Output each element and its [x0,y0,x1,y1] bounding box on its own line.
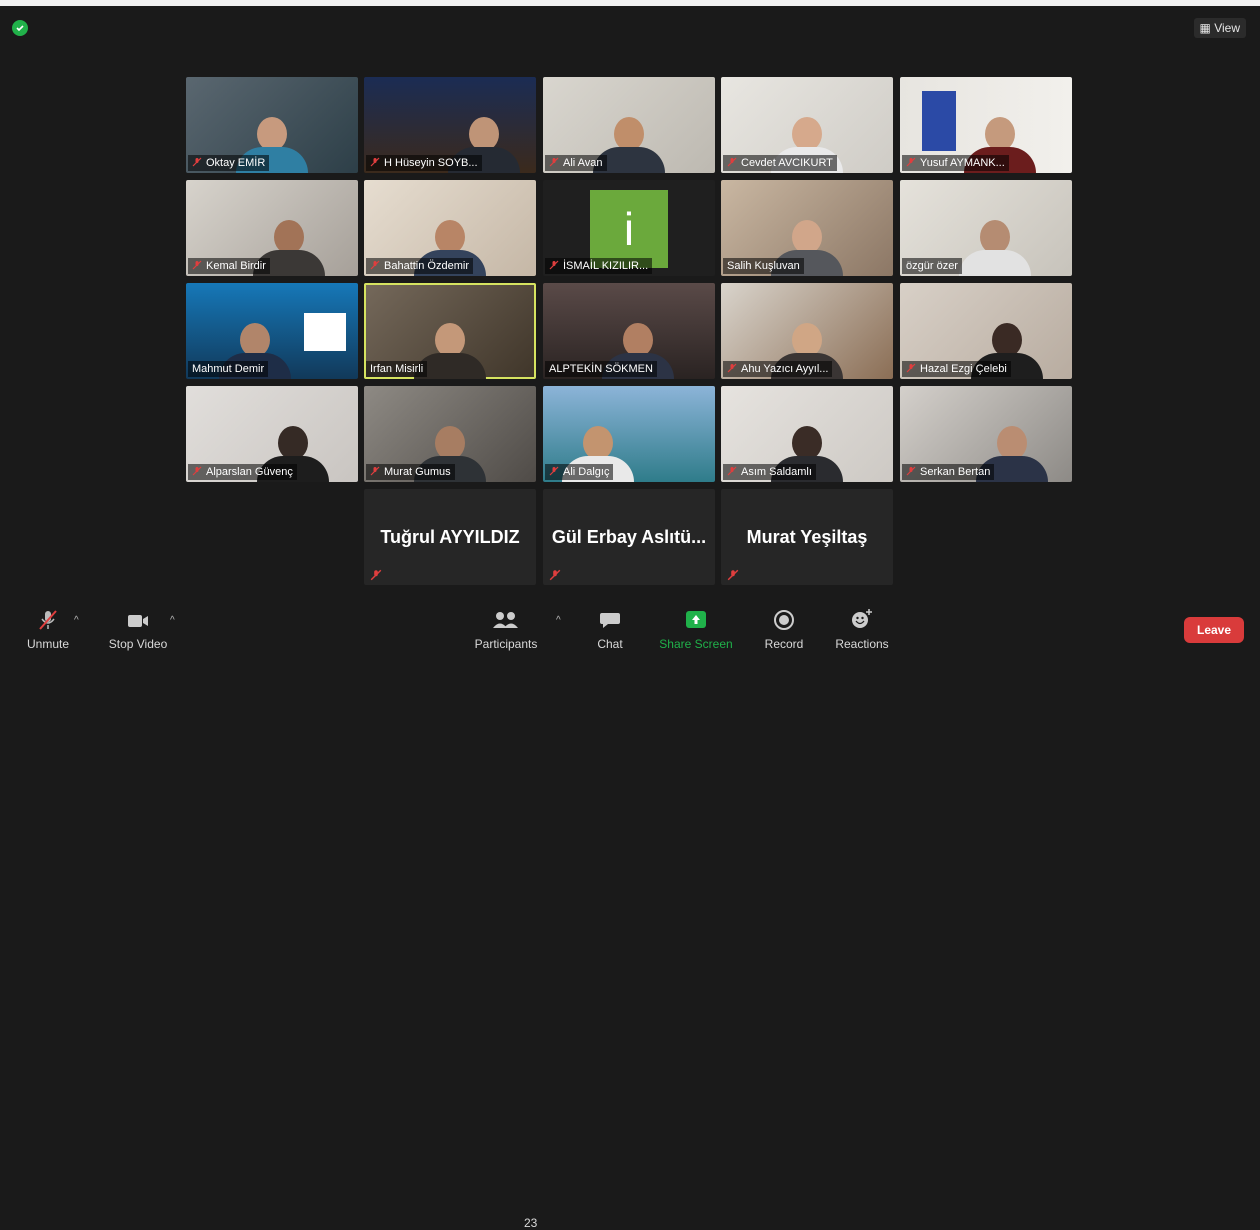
muted-mic-icon [192,466,202,476]
participant-count: 23 [524,1216,538,1230]
meeting-controls-toolbar: Unmute ^ Stop Video ^ Participants 23 ^ … [0,603,1260,1230]
participant-tile[interactable]: Hazal Ezgi Çelebi [900,283,1072,379]
participant-name: Murat Gumus [366,464,455,480]
participant-tile[interactable]: Cevdet AVCIKURT [721,77,893,173]
view-button[interactable]: ▦ View [1193,18,1246,38]
participant-name: Ahu Yazıcı Ayyıl... [723,361,833,377]
encryption-shield-icon[interactable] [12,20,28,36]
participant-tile[interactable]: Ali Avan [543,77,715,173]
muted-mic-icon [39,610,57,630]
participant-name: özgür özer [902,258,962,274]
participant-name: ALPTEKİN SÖKMEN [545,361,657,377]
muted-mic-icon [906,157,916,167]
grid-icon: ▦ [1199,21,1211,35]
video-camera-icon [128,615,148,627]
muted-mic-icon [192,260,202,270]
share-screen-icon [686,611,706,628]
participant-name: Alparslan Güvenç [188,464,297,480]
participant-tile[interactable]: H Hüseyin SOYB... [364,77,536,173]
muted-mic-icon [192,157,202,167]
participant-tile[interactable]: özgür özer [900,180,1072,276]
gallery-grid: Oktay EMİR H Hüseyin SOYB... Ali Avan Ce… [186,77,1072,585]
participant-name: Yusuf AYMANK... [902,155,1009,171]
participant-name: Gül Erbay Aslıtü... [551,527,707,547]
participant-tile[interactable]: Murat Gumus [364,386,536,482]
participant-tile[interactable]: Salih Kuşluvan [721,180,893,276]
participant-name: Murat Yeşiltaş [746,527,868,547]
muted-mic-icon [906,363,916,373]
video-options-chevron-icon[interactable]: ^ [170,615,175,626]
leave-button[interactable]: Leave [1184,617,1244,643]
participant-name: Bahattin Özdemir [366,258,473,274]
participant-name: Hazal Ezgi Çelebi [902,361,1011,377]
record-icon [774,610,794,630]
stop-video-button[interactable]: Stop Video [98,603,178,653]
participant-tile-active-speaker[interactable]: Irfan Misirli [364,283,536,379]
logo [304,313,346,351]
participant-name: Mahmut Demir [188,361,269,377]
participant-tile[interactable]: Serkan Bertan [900,386,1072,482]
participant-name: Oktay EMİR [188,155,270,171]
meeting-topbar: ▦ View [0,6,1260,38]
unmute-button[interactable]: Unmute [8,603,88,653]
participant-tile[interactable]: Mahmut Demir [186,283,358,379]
muted-mic-icon [727,363,737,373]
participant-name: Asım Saldamlı [723,464,816,480]
participant-name: Cevdet AVCIKURT [723,155,837,171]
participants-icon [493,612,518,628]
participant-tile[interactable]: Asım Saldamlı [721,386,893,482]
muted-mic-icon [370,569,382,581]
muted-mic-icon [549,157,559,167]
muted-mic-icon [727,569,739,581]
participant-tile[interactable]: Oktay EMİR [186,77,358,173]
audio-options-chevron-icon[interactable]: ^ [74,615,79,626]
participant-tile[interactable]: ALPTEKİN SÖKMEN [543,283,715,379]
avatar: i [590,190,668,268]
muted-mic-icon [549,260,559,270]
participant-name: Kemal Birdir [188,258,270,274]
participant-name: Tuğrul AYYILDIZ [380,527,520,547]
participants-options-chevron-icon[interactable]: ^ [556,615,561,626]
participant-tile[interactable]: Yusuf AYMANK... [900,77,1072,173]
muted-mic-icon [549,466,559,476]
muted-mic-icon [727,466,737,476]
chat-button[interactable]: Chat [570,603,650,653]
participant-tile[interactable]: Bahattin Özdemir [364,180,536,276]
reactions-button[interactable]: Reactions [822,603,902,653]
poster [922,91,956,151]
chat-icon [600,613,620,628]
participant-tile[interactable]: i İSMAİL KIZILIR... [543,180,715,276]
participant-name: İSMAİL KIZILIR... [545,258,653,274]
participant-video [953,212,1037,276]
muted-mic-icon [549,569,561,581]
participant-tile-video-off[interactable]: Gül Erbay Aslıtü... [543,489,715,585]
participant-tile-video-off[interactable]: Murat Yeşiltaş [721,489,893,585]
participant-tile[interactable]: Kemal Birdir [186,180,358,276]
participant-tile[interactable]: Alparslan Güvenç [186,386,358,482]
muted-mic-icon [370,466,380,476]
participant-tile[interactable]: Ali Dalgıç [543,386,715,482]
muted-mic-icon [370,157,380,167]
participant-name: H Hüseyin SOYB... [366,155,482,171]
participant-name: Irfan Misirli [366,361,428,377]
muted-mic-icon [370,260,380,270]
share-screen-button[interactable]: Share Screen [656,603,736,653]
participant-name: Ali Avan [545,155,607,171]
record-button[interactable]: Record [744,603,824,653]
participant-name: Serkan Bertan [902,464,995,480]
emoji-reaction-icon [852,609,872,628]
participant-tile[interactable]: Ahu Yazıcı Ayyıl... [721,283,893,379]
muted-mic-icon [906,466,916,476]
participants-button[interactable]: Participants [466,603,546,653]
participant-tile-video-off[interactable]: Tuğrul AYYILDIZ [364,489,536,585]
muted-mic-icon [727,157,737,167]
participant-name: Ali Dalgıç [545,464,614,480]
participant-name: Salih Kuşluvan [723,258,804,274]
